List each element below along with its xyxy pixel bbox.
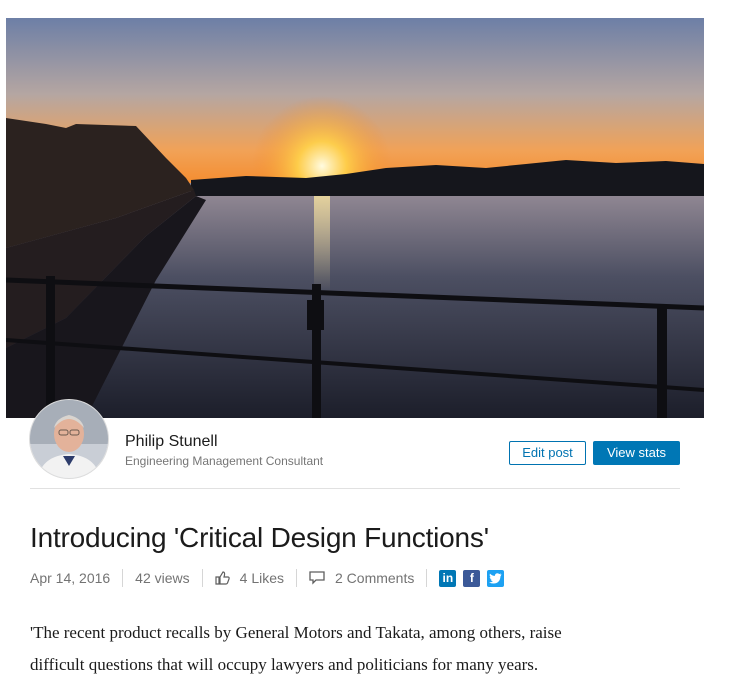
author-avatar[interactable] [30, 400, 108, 478]
view-count[interactable]: 42 views [135, 570, 189, 586]
article-body: 'The recent product recalls by General M… [30, 617, 710, 681]
author-name[interactable]: Philip Stunell [125, 433, 218, 451]
twitter-icon[interactable] [487, 569, 505, 587]
comment-icon[interactable] [309, 571, 325, 585]
header-divider [30, 488, 680, 489]
author-headline: Engineering Management Consultant [125, 454, 324, 468]
edit-post-button[interactable]: Edit post [509, 441, 586, 465]
body-line: difficult questions that will occupy law… [30, 655, 539, 674]
thumbs-up-icon[interactable] [215, 571, 230, 585]
facebook-icon[interactable]: f [463, 569, 481, 587]
meta-separator [296, 569, 297, 587]
view-stats-button[interactable]: View stats [593, 441, 680, 465]
comments-count[interactable]: 2 Comments [335, 570, 414, 586]
body-line: 'The recent product recalls by General M… [30, 623, 562, 642]
article-title: Introducing 'Critical Design Functions' [30, 522, 489, 553]
meta-separator [201, 569, 203, 587]
likes-count[interactable]: 4 Likes [240, 570, 284, 586]
cover-image [6, 18, 704, 418]
article-meta: Apr 14, 2016 42 views 4 Likes 2 Comments… [30, 567, 511, 589]
linkedin-icon[interactable]: in [439, 569, 457, 587]
publish-date: Apr 14, 2016 [30, 570, 111, 586]
meta-separator [122, 569, 124, 587]
meta-separator [426, 569, 428, 587]
